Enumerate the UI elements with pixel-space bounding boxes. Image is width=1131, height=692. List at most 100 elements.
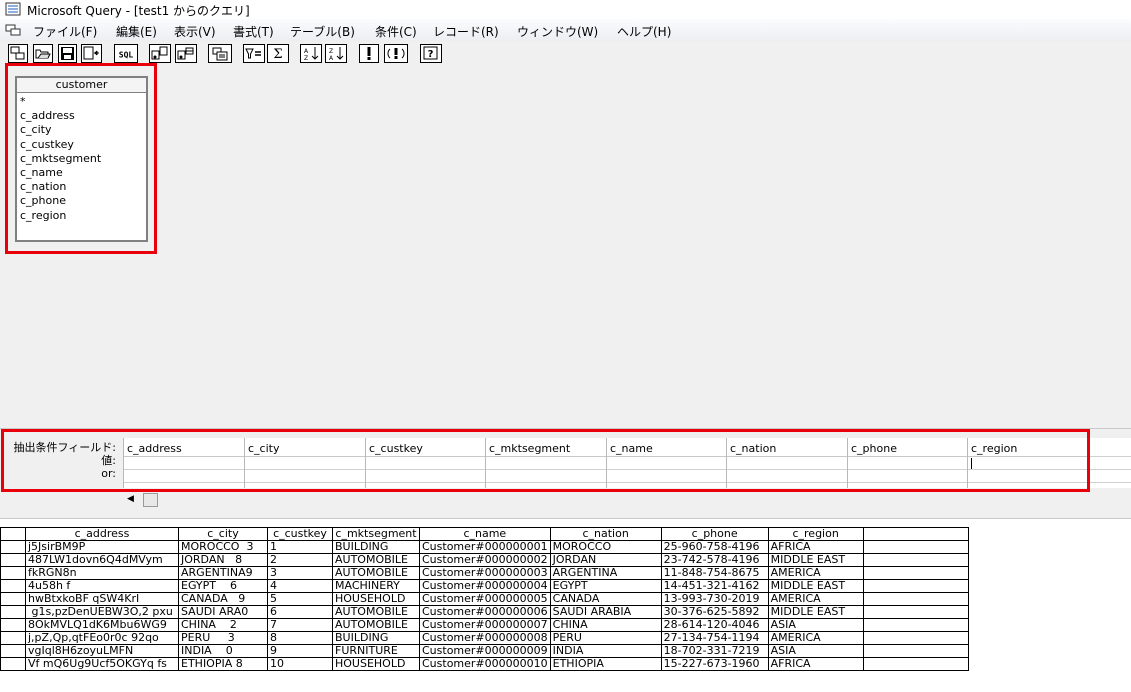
- row-selector[interactable]: [0, 618, 26, 632]
- menu-item[interactable]: ヘルプ(H): [617, 23, 671, 40]
- row-selector[interactable]: [0, 553, 26, 567]
- table-field-item[interactable]: c_region: [20, 209, 146, 223]
- column-header[interactable]: c_mktsegment: [332, 527, 420, 541]
- menu-item[interactable]: 表示(V): [174, 23, 216, 40]
- table-cell[interactable]: 4: [267, 579, 333, 593]
- table-cell[interactable]: 7: [267, 618, 333, 632]
- table-field-item[interactable]: c_address: [20, 109, 146, 123]
- table-cell[interactable]: 30-376-625-5892: [660, 605, 769, 619]
- table-cell[interactable]: CANADA: [549, 592, 662, 606]
- menu-item[interactable]: 書式(T): [233, 23, 274, 40]
- table-cell[interactable]: 487LW1dovn6Q4dMVym: [25, 553, 179, 567]
- open-query-button[interactable]: [33, 44, 53, 63]
- table-cell[interactable]: j,pZ,Qp,qtFEo0r0c 92qo: [25, 631, 179, 645]
- table-cell[interactable]: PERU: [549, 631, 662, 645]
- table-cell[interactable]: Customer#000000004: [419, 579, 551, 593]
- row-selector[interactable]: [0, 592, 26, 606]
- help-button[interactable]: ?: [420, 44, 442, 63]
- table-cell[interactable]: Customer#000000003: [419, 566, 551, 580]
- table-cell[interactable]: 1: [267, 540, 333, 554]
- table-cell[interactable]: AUTOMOBILE: [332, 618, 420, 632]
- table-cell[interactable]: EGYPT: [549, 579, 662, 593]
- table-cell[interactable]: EGYPT 6: [178, 579, 268, 593]
- table-cell[interactable]: 2: [267, 553, 333, 567]
- table-cell[interactable]: Vf mQ6Ug9Ucf5OKGYq fs: [25, 657, 179, 671]
- table-cell[interactable]: vgIql8H6zoyuLMFN: [25, 644, 179, 658]
- criteria-horizontal-scrollbar[interactable]: ◀: [123, 490, 1131, 512]
- criteria-field-cell[interactable]: c_address: [124, 438, 244, 457]
- table-name[interactable]: customer: [17, 78, 146, 93]
- table-row[interactable]: 487LW1dovn6Q4dMVym JORDAN 8 2 AUTOMOBILE Cus…: [0, 553, 969, 567]
- criteria-field-cell[interactable]: c_custkey: [366, 438, 485, 457]
- row-selector[interactable]: [0, 540, 26, 554]
- table-cell[interactable]: 11-848-754-8675: [660, 566, 769, 580]
- table-cell[interactable]: 15-227-673-1960: [660, 657, 769, 671]
- table-cell[interactable]: 8: [267, 631, 333, 645]
- table-cell[interactable]: 14-451-321-4162: [660, 579, 769, 593]
- criteria-column[interactable]: c_phone: [847, 438, 967, 488]
- column-header[interactable]: c_address: [25, 527, 179, 541]
- table-cell[interactable]: MACHINERY: [332, 579, 420, 593]
- table-row[interactable]: j5JsirBM9P MOROCCO 3 1 BUILDING Customer#000…: [0, 540, 969, 554]
- criteria-field-cell[interactable]: c_region: [968, 438, 1088, 457]
- table-cell[interactable]: PERU 3: [178, 631, 268, 645]
- table-row[interactable]: 4u58h f EGYPT 6 4 MACHINERY Customer#0000000…: [0, 579, 969, 593]
- table-row[interactable]: g1s,pzDenUEBW3O,2 pxu SAUDI ARA0 6 AUTOMOBI…: [0, 605, 969, 619]
- table-field-item[interactable]: c_nation: [20, 180, 146, 194]
- row-selector[interactable]: [0, 579, 26, 593]
- return-data-button[interactable]: [81, 44, 102, 63]
- criteria-column[interactable]: c_region: [967, 438, 1088, 488]
- show-tables-button[interactable]: [149, 44, 171, 63]
- save-button[interactable]: [58, 44, 77, 63]
- table-field-item[interactable]: c_mktsegment: [20, 152, 146, 166]
- table-cell[interactable]: BUILDING: [332, 631, 420, 645]
- table-cell[interactable]: 3: [267, 566, 333, 580]
- table-cell[interactable]: AMERICA: [767, 631, 864, 645]
- table-cell[interactable]: 13-993-730-2019: [660, 592, 769, 606]
- sort-ascending-button[interactable]: AZ: [300, 44, 322, 63]
- scroll-left-icon[interactable]: ◀: [127, 494, 134, 504]
- scroll-thumb[interactable]: [143, 493, 158, 507]
- table-cell[interactable]: MIDDLE EAST: [767, 553, 864, 567]
- query-now-button[interactable]: [359, 44, 379, 63]
- row-selector[interactable]: [0, 657, 26, 671]
- table-row[interactable]: hwBtxkoBF qSW4KrI CANADA 9 5 HOUSEHOLD Custo…: [0, 592, 969, 606]
- table-cell[interactable]: MOROCCO 3: [178, 540, 268, 554]
- totals-button[interactable]: Σ: [267, 44, 289, 63]
- document-icon[interactable]: [5, 23, 21, 37]
- menu-item[interactable]: ウィンドウ(W): [517, 23, 598, 40]
- table-row[interactable]: 8OkMVLQ1dK6Mbu6WG9 CHINA 2 7 AUTOMOBILE Cust…: [0, 618, 969, 632]
- table-cell[interactable]: Customer#000000001: [419, 540, 551, 554]
- menu-item[interactable]: 編集(E): [116, 23, 157, 40]
- table-cell[interactable]: Customer#000000005: [419, 592, 551, 606]
- table-cell[interactable]: Customer#000000008: [419, 631, 551, 645]
- table-cell[interactable]: SAUDI ARABIA: [549, 605, 662, 619]
- row-selector[interactable]: [0, 566, 26, 580]
- table-cell[interactable]: Customer#000000009: [419, 644, 551, 658]
- table-cell[interactable]: ASIA: [767, 618, 864, 632]
- criteria-field-cell[interactable]: c_phone: [848, 438, 967, 457]
- table-cell[interactable]: ETHIOPIA: [549, 657, 662, 671]
- menu-item[interactable]: ファイル(F): [33, 23, 97, 40]
- criteria-column[interactable]: c_name: [606, 438, 726, 488]
- select-all-cell[interactable]: [0, 527, 26, 541]
- table-row[interactable]: vgIql8H6zoyuLMFN INDIA 0 9 FURNITURE Custome…: [0, 644, 969, 658]
- criteria-column[interactable]: c_mktsegment: [485, 438, 606, 488]
- table-cell[interactable]: 27-134-754-1194: [660, 631, 769, 645]
- table-cell[interactable]: CHINA: [549, 618, 662, 632]
- auto-query-button[interactable]: [384, 44, 408, 63]
- table-field-item[interactable]: *: [20, 95, 146, 109]
- table-cell[interactable]: AUTOMOBILE: [332, 553, 420, 567]
- table-cell[interactable]: Customer#000000010: [419, 657, 551, 671]
- table-cell[interactable]: fkRGN8n: [25, 566, 179, 580]
- row-selector[interactable]: [0, 605, 26, 619]
- table-cell[interactable]: SAUDI ARA0: [178, 605, 268, 619]
- table-cell[interactable]: g1s,pzDenUEBW3O,2 pxu: [25, 605, 179, 619]
- menu-item[interactable]: 条件(C): [375, 23, 417, 40]
- criteria-column[interactable]: c_custkey: [365, 438, 485, 488]
- table-cell[interactable]: AUTOMOBILE: [332, 605, 420, 619]
- table-cell[interactable]: INDIA: [549, 644, 662, 658]
- row-selector[interactable]: [0, 631, 26, 645]
- table-cell[interactable]: 9: [267, 644, 333, 658]
- table-cell[interactable]: 4u58h f: [25, 579, 179, 593]
